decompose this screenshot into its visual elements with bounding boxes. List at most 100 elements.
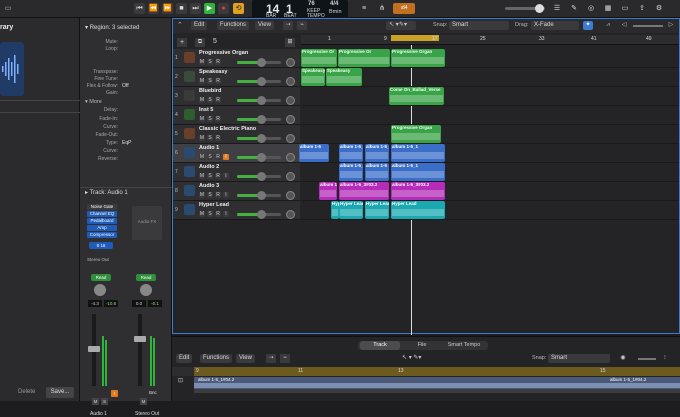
editor-zoom-slider[interactable] — [638, 358, 656, 360]
mute-button-a[interactable]: M — [92, 398, 99, 405]
record-enable-button[interactable]: R — [215, 116, 221, 122]
snap-dropdown[interactable]: Smart — [449, 21, 509, 30]
solo-button[interactable]: S — [207, 173, 213, 179]
global-tracks-icon[interactable]: ⊞ — [285, 38, 295, 47]
snap-toggle-icon[interactable]: ✦ — [583, 21, 593, 30]
track-name[interactable]: Inst 5 — [199, 107, 213, 113]
track-header[interactable]: 2 Speakeasy M S R — [173, 68, 300, 87]
drag-dropdown[interactable]: X-Fade — [531, 21, 579, 30]
stop-button[interactable]: ■ — [176, 3, 187, 14]
input-monitor-icon[interactable]: I — [111, 390, 118, 397]
pan-knob[interactable] — [286, 77, 295, 86]
inspector-more-row[interactable]: Reverse: — [80, 155, 172, 163]
share-icon[interactable]: ⇪ — [637, 3, 647, 14]
input-monitor-button[interactable]: I — [223, 211, 229, 217]
flex-icon[interactable]: ⌁ — [297, 21, 307, 30]
mute-button-b[interactable]: M — [140, 398, 147, 405]
folder-icon[interactable]: ▭ — [620, 3, 630, 14]
volume-knob[interactable] — [257, 115, 266, 124]
track-lane[interactable]: Progressive Or Progressive Or Progressive … — [301, 49, 679, 68]
track-lane[interactable]: Hyper LeadHyper LeadHyper LeadHyper Lead — [301, 201, 679, 220]
inspector-more-row[interactable]: Fade-In: — [80, 115, 172, 123]
record-enable-button[interactable]: R — [215, 59, 221, 65]
solo-button[interactable]: S — [207, 192, 213, 198]
track-header[interactable]: 9 Hyper Lead M S R I — [173, 201, 300, 220]
solo-button[interactable]: S — [207, 116, 213, 122]
track-header[interactable]: 5 Classic Electric Piano M S R — [173, 125, 300, 144]
pan-knob[interactable] — [286, 153, 295, 162]
record-enable-button[interactable]: R — [215, 135, 221, 141]
track-name[interactable]: Classic Electric Piano — [199, 126, 256, 132]
volume-slider[interactable] — [237, 134, 281, 143]
solo-button[interactable]: S — [207, 97, 213, 103]
track-name[interactable]: Bluebird — [199, 88, 221, 94]
region[interactable]: album 1-5_1 — [365, 144, 389, 162]
input-monitor-button[interactable]: I — [223, 173, 229, 179]
settings-icon[interactable]: ⚙ — [654, 3, 664, 14]
automation-read-a[interactable]: Read — [91, 274, 111, 281]
pan-knob[interactable] — [286, 172, 295, 181]
region[interactable]: album 1 — [319, 182, 337, 200]
volume-knob[interactable] — [257, 134, 266, 143]
bounce-button[interactable]: Bnc — [149, 390, 157, 395]
save-button[interactable]: Save... — [46, 387, 74, 398]
record-enable-button[interactable]: R — [215, 173, 221, 179]
loops-icon[interactable]: ◎ — [586, 3, 596, 14]
lcd-display[interactable]: 14 1 BAR BEAT 76 KEEP TEMPO 4/4 Bmin — [252, 0, 348, 19]
cycle-button[interactable]: ⟲ — [233, 3, 244, 14]
solo-button[interactable]: S — [207, 59, 213, 65]
editor-flex-icon[interactable]: ⌁ — [280, 354, 290, 363]
solo-button[interactable]: S — [207, 154, 213, 160]
volume-slider[interactable] — [237, 172, 281, 181]
record-enable-button[interactable]: R — [215, 154, 221, 160]
region[interactable]: album 1-5 — [365, 163, 389, 181]
region[interactable]: Come On_Ballad_Verse — [389, 87, 444, 105]
pan-knob[interactable] — [286, 210, 295, 219]
fader-handle-b[interactable] — [134, 336, 146, 342]
volume-slider[interactable] — [237, 153, 281, 162]
volume-knob[interactable] — [257, 191, 266, 200]
input-monitor-button[interactable]: I — [223, 192, 229, 198]
track-lane[interactable]: album 1-5album 1-5_1album 1-5_1album 1-5… — [299, 144, 679, 163]
inspector-more-row[interactable]: Curve: — [80, 123, 172, 131]
volume-knob[interactable] — [257, 210, 266, 219]
stereo-out-label[interactable]: Stereo Out — [87, 257, 109, 262]
volume-slider[interactable] — [237, 58, 281, 67]
track-lane[interactable]: Progressive Organ — [301, 125, 679, 144]
pan-knob[interactable] — [286, 115, 295, 124]
audio-fx-slot[interactable]: Audio FX — [132, 206, 162, 240]
volume-knob[interactable] — [257, 96, 266, 105]
pan-knob-b[interactable] — [140, 284, 152, 296]
input-monitor-button[interactable]: I — [223, 154, 229, 160]
volume-knob[interactable] — [257, 153, 266, 162]
track-name[interactable]: Audio 2 — [199, 164, 219, 170]
region[interactable]: Hyper Lead — [365, 201, 389, 219]
pan-knob[interactable] — [286, 58, 295, 67]
mute-button[interactable]: M — [199, 154, 205, 160]
plugin-slot[interactable]: Compressor — [87, 232, 117, 238]
region[interactable]: Hyper Lead — [331, 201, 339, 219]
solo-button-a[interactable]: S — [101, 398, 108, 405]
list-editors-icon[interactable]: ☰ — [552, 3, 562, 14]
volume-slider[interactable] — [237, 115, 281, 124]
editor-edit-menu[interactable]: Edit — [176, 354, 193, 363]
editor-scrollbar[interactable] — [194, 389, 680, 393]
solo-button[interactable]: S — [207, 211, 213, 217]
volume-slider[interactable] — [237, 210, 281, 219]
tuner-icon[interactable]: ⋔ — [376, 3, 388, 14]
inspector-more-row[interactable]: Delay: — [80, 106, 172, 114]
inspector-row[interactable]: Gain: — [80, 89, 172, 97]
track-header[interactable]: 7 Audio 2 MSRI — [173, 163, 300, 182]
mute-button[interactable]: M — [199, 116, 205, 122]
tab-smart-tempo[interactable]: Smart Tempo — [442, 341, 486, 350]
track-lane[interactable] — [301, 106, 679, 125]
region-inspector-header[interactable]: ▾ Region: 3 selected — [85, 24, 139, 31]
automation-read-b[interactable]: Read — [136, 274, 156, 281]
track-name[interactable]: Audio 1 — [199, 145, 219, 151]
region[interactable]: album 1-5_1 — [339, 144, 363, 162]
mute-button[interactable]: M — [199, 135, 205, 141]
track-lane[interactable]: album 1-5_1album 1-5album 1-5_1 — [301, 163, 679, 182]
track-header[interactable]: 3 Bluebird M S R — [173, 87, 300, 106]
track-header[interactable]: 8 Audio 3 MSRI — [173, 182, 300, 201]
volume-slider[interactable] — [237, 77, 281, 86]
